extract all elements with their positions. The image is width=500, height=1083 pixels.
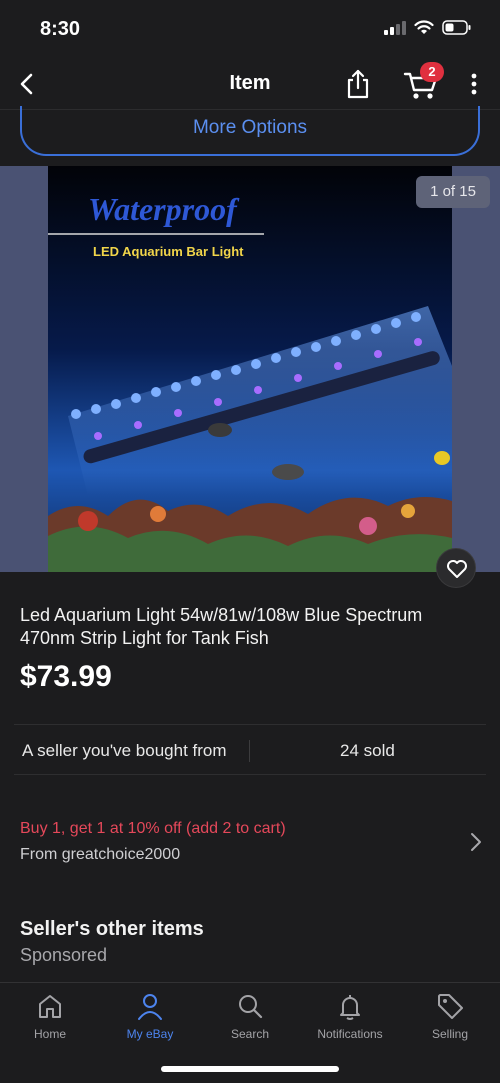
tag-icon xyxy=(438,994,463,1019)
sold-count: 24 sold xyxy=(340,741,395,760)
tab-notifications-label: Notifications xyxy=(317,1027,383,1041)
share-icon[interactable] xyxy=(344,68,372,100)
tab-my-ebay[interactable]: My eBay xyxy=(100,991,200,1047)
tab-selling[interactable]: Selling xyxy=(400,991,500,1047)
tab-notifications[interactable]: Notifications xyxy=(300,991,400,1047)
tab-my-ebay-label: My eBay xyxy=(126,1027,174,1041)
battery-icon xyxy=(442,20,471,35)
status-bar: 8:30 xyxy=(0,0,500,58)
image-subheading: LED Aquarium Bar Light xyxy=(93,244,244,259)
promo-title[interactable]: Buy 1, get 1 at 10% off (add 2 to cart) xyxy=(20,820,286,838)
more-vertical-icon[interactable] xyxy=(462,70,486,98)
aquarium-light-illustration: Waterproof LED Aquarium Bar Light xyxy=(48,166,452,572)
tab-home[interactable]: Home xyxy=(0,991,100,1047)
tab-selling-label: Selling xyxy=(431,1027,469,1041)
status-icons xyxy=(384,20,472,35)
tab-home-label: Home xyxy=(33,1027,66,1041)
person-icon xyxy=(138,994,162,1020)
cart-count-badge: 2 xyxy=(420,62,444,82)
product-title: Led Aquarium Light 54w/81w/108w Blue Spe… xyxy=(20,605,423,648)
search-icon xyxy=(239,995,263,1019)
chevron-right-icon[interactable] xyxy=(466,830,484,854)
home-indicator xyxy=(161,1066,339,1072)
nav-bar: Item 2 xyxy=(0,58,500,110)
bell-icon xyxy=(340,995,360,1020)
heart-icon xyxy=(447,560,467,578)
back-chevron-icon[interactable] xyxy=(14,70,42,98)
signal-icon xyxy=(384,20,406,35)
tab-search[interactable]: Search xyxy=(200,991,300,1047)
image-counter: 1 of 15 xyxy=(416,176,490,208)
seller-info-row: A seller you've bought from 24 sold xyxy=(14,724,486,775)
seller-note: A seller you've bought from xyxy=(22,741,227,760)
promo-seller: From greatchoice2000 xyxy=(20,846,181,863)
watch-button[interactable] xyxy=(436,548,476,588)
home-icon xyxy=(39,995,61,1018)
wifi-icon xyxy=(414,20,434,34)
product-price: $73.99 xyxy=(20,660,112,693)
section-title: Seller's other items xyxy=(20,918,204,940)
section-subtitle: Sponsored xyxy=(20,945,108,965)
image-gallery[interactable]: Waterproof LED Aquarium Bar Light 1 of 1… xyxy=(0,166,500,572)
tab-search-label: Search xyxy=(230,1027,270,1041)
more-options-button[interactable]: More Options xyxy=(20,106,480,156)
status-time: 8:30 xyxy=(40,18,81,40)
divider xyxy=(249,740,250,762)
image-heading: Waterproof xyxy=(88,191,240,227)
product-image[interactable]: Waterproof LED Aquarium Bar Light xyxy=(48,166,452,572)
